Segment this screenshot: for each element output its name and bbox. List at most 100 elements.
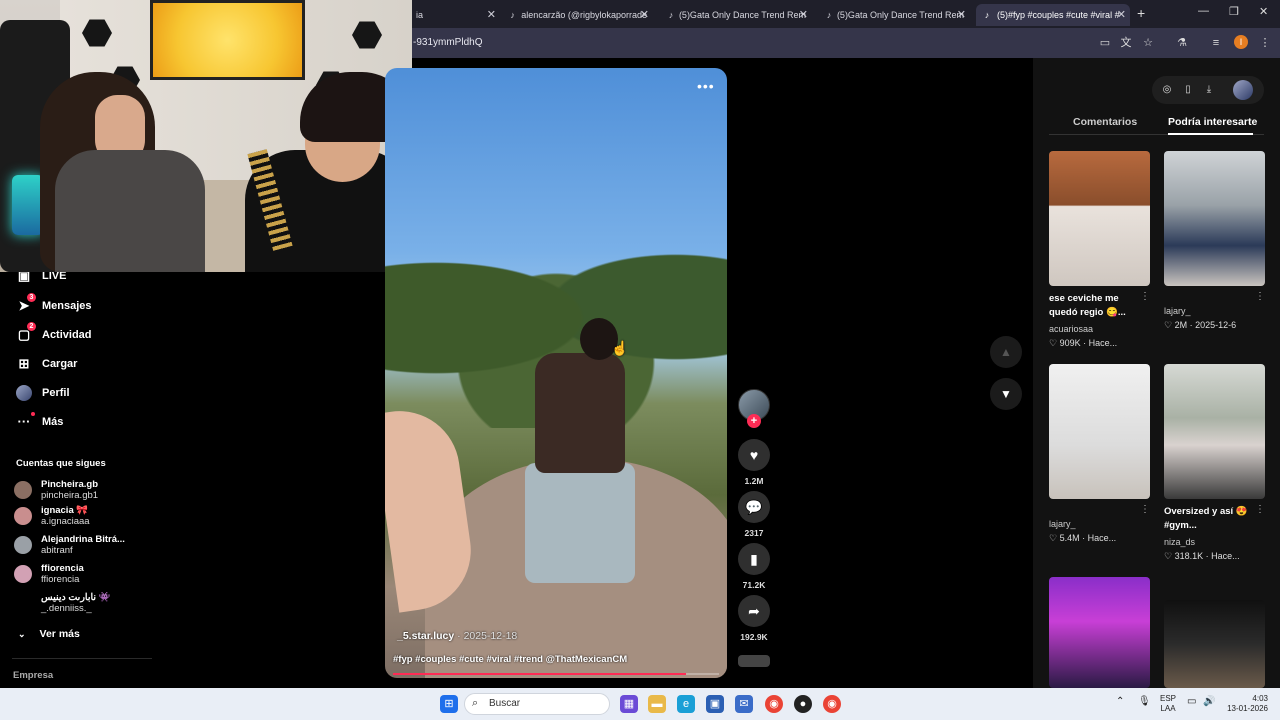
share-button[interactable]: ➦ (738, 595, 770, 627)
following-account[interactable]: Pincheira.gb pincheira.gb1 (14, 479, 98, 501)
video-caption[interactable]: #fyp #couples #cute #viral #trend @ThatM… (393, 654, 627, 665)
sidebar-item-messages[interactable]: ➤ 3 Mensajes (16, 293, 92, 314)
network-icon[interactable]: ▭ (1187, 696, 1196, 707)
clock[interactable]: 4:03 13-01-2026 (1222, 694, 1268, 714)
language-indicator[interactable]: ESP LAA (1160, 694, 1176, 714)
new-tab-button[interactable]: + (1137, 5, 1145, 21)
avatar (14, 536, 32, 554)
recommended-stats: ♡ 2M · 2025-12-6 (1164, 320, 1237, 330)
install-icon[interactable]: ▭ (1098, 36, 1112, 50)
close-icon[interactable]: ✕ (487, 8, 496, 21)
recommended-description[interactable]: Oversized y así 😍 #gym... (1164, 505, 1256, 533)
store-icon[interactable]: ▣ (706, 695, 724, 713)
sidebar-item-label: Más (42, 416, 64, 428)
more-options-icon[interactable]: ⋮ (1255, 504, 1265, 515)
account-handle: abitranf (41, 545, 73, 556)
following-account[interactable]: نابارىت دينيس 👾 _.denniiss._ (14, 592, 110, 614)
media-controls-icon[interactable]: ≡ (1209, 36, 1223, 50)
browser-tab[interactable]: ♪ (5)Gata Only Dance Trend Rem ✕ (662, 4, 812, 26)
recommended-author[interactable]: lajary_ (1049, 519, 1076, 529)
recommended-thumbnail[interactable] (1049, 577, 1150, 688)
compass-icon[interactable]: ◎ (1161, 84, 1173, 95)
more-options-icon[interactable]: ⋮ (1140, 291, 1150, 302)
comment-count: 2317 (744, 528, 764, 538)
tab-comments[interactable]: Comentarios (1073, 116, 1137, 128)
windows-start-icon[interactable]: ⊞ (440, 695, 458, 713)
taskbar-search[interactable] (464, 693, 610, 715)
device-icon[interactable]: ▯ (1182, 84, 1194, 95)
chrome-icon[interactable]: ◉ (765, 695, 783, 713)
extensions-icon[interactable]: ⚗ (1175, 36, 1189, 50)
maximize-button[interactable]: ❐ (1229, 5, 1239, 18)
url-text[interactable]: -931ymmPldhQ (413, 37, 482, 48)
close-icon[interactable]: ✕ (640, 8, 649, 21)
more-options-icon[interactable]: ⋮ (1140, 504, 1150, 515)
following-account[interactable]: ignacia 🎀 a.ignaciaaa (14, 505, 90, 527)
obs-icon[interactable]: ● (794, 695, 812, 713)
app-icon[interactable]: ✉ (735, 695, 753, 713)
browser-tab[interactable]: ♪ (5)Gata Only Dance Trend Rem ✕ (820, 4, 970, 26)
following-account[interactable]: ffiorencia ffiorencia (14, 563, 84, 585)
follow-plus-icon[interactable]: + (747, 414, 761, 428)
profile-icon (16, 385, 32, 401)
edge-icon[interactable]: e (677, 695, 695, 713)
widgets-icon[interactable]: ▦ (620, 695, 638, 713)
like-button[interactable]: ♥ (738, 439, 770, 471)
tab-title: ia (416, 10, 424, 20)
recommended-author[interactable]: acuariosaa (1049, 324, 1093, 334)
notification-badge: 2 (27, 322, 36, 331)
close-icon[interactable]: ✕ (799, 8, 808, 21)
minimize-button[interactable]: — (1198, 5, 1209, 17)
bookmark-star-icon[interactable]: ☆ (1141, 36, 1155, 50)
recommended-thumbnail[interactable] (1164, 600, 1265, 688)
sidebar-item-profile[interactable]: Perfil (16, 385, 70, 401)
video-player[interactable]: ••• _5.star.lucy · 2025-12-18 #fyp #coup… (385, 68, 727, 678)
clock-date: 13-01-2026 (1227, 704, 1268, 713)
recommended-description[interactable]: ese ceviche me quedó regio 😋... (1049, 292, 1141, 320)
recommended-author[interactable]: lajary_ (1164, 306, 1191, 316)
save-button[interactable]: ▮ (738, 543, 770, 575)
music-disc-icon[interactable] (738, 655, 770, 667)
browser-tab-active[interactable]: ♪ (5)#fyp #couples #cute #viral # ✕ (976, 4, 1130, 26)
microphone-icon[interactable]: 🎙 (1138, 696, 1151, 707)
tiktok-icon: ♪ (826, 10, 832, 20)
tab-you-may-like[interactable]: Podría interesarte (1168, 116, 1257, 128)
notification-badge: 3 (27, 293, 36, 302)
footer-company-link[interactable]: Empresa (13, 670, 53, 681)
sidebar-item-activity[interactable]: ▢ 2 Actividad (16, 322, 92, 343)
video-author[interactable]: _5.star.lucy (397, 630, 454, 642)
user-avatar[interactable] (1233, 80, 1253, 100)
more-options-icon[interactable]: ⋮ (1255, 291, 1265, 302)
following-title: Cuentas que sigues (16, 458, 106, 469)
close-window-button[interactable]: ✕ (1259, 5, 1268, 18)
next-video-button[interactable]: ▼ (990, 378, 1022, 410)
recommended-thumbnail[interactable] (1049, 364, 1150, 499)
translate-icon[interactable]: 文 (1119, 36, 1133, 50)
video-progress-bar[interactable] (393, 673, 719, 675)
more-options-icon[interactable]: ••• (697, 78, 715, 94)
see-more-button[interactable]: ⌄ Ver más (18, 628, 80, 640)
chrome-menu-icon[interactable]: ⋮ (1258, 36, 1272, 50)
file-explorer-icon[interactable]: ▬ (648, 695, 666, 713)
chrome-profile-icon[interactable]: ◉ (823, 695, 841, 713)
close-icon[interactable]: ✕ (1117, 8, 1126, 21)
recommended-thumbnail[interactable] (1164, 364, 1265, 499)
tray-overflow-icon[interactable]: ⌃ (1116, 696, 1124, 707)
recommended-author[interactable]: niza_ds (1164, 537, 1195, 547)
webcam-tv (150, 0, 305, 80)
close-icon[interactable]: ✕ (957, 8, 966, 21)
recommended-thumbnail[interactable] (1164, 151, 1265, 286)
browser-tab[interactable]: ia ✕ (410, 4, 500, 26)
comment-button[interactable]: 💬 (738, 491, 770, 523)
recommended-thumbnail[interactable] (1049, 151, 1150, 286)
sidebar-item-more[interactable]: ··· Más (16, 412, 64, 430)
sidebar-item-upload[interactable]: ⊞ Cargar (16, 356, 78, 372)
volume-icon[interactable]: 🔊 (1203, 696, 1215, 707)
messages-icon: ➤ 3 (16, 293, 36, 314)
language-code: ESP (1160, 694, 1177, 703)
download-icon[interactable]: ⤓ (1203, 84, 1215, 95)
previous-video-button[interactable]: ▲ (990, 336, 1022, 368)
profile-avatar[interactable]: I (1234, 35, 1248, 49)
browser-tab[interactable]: ♪ alencarzão (@rigbylokaporrade ✕ (503, 4, 653, 26)
following-account[interactable]: Alejandrina Bitrá... abitranf (14, 534, 125, 556)
